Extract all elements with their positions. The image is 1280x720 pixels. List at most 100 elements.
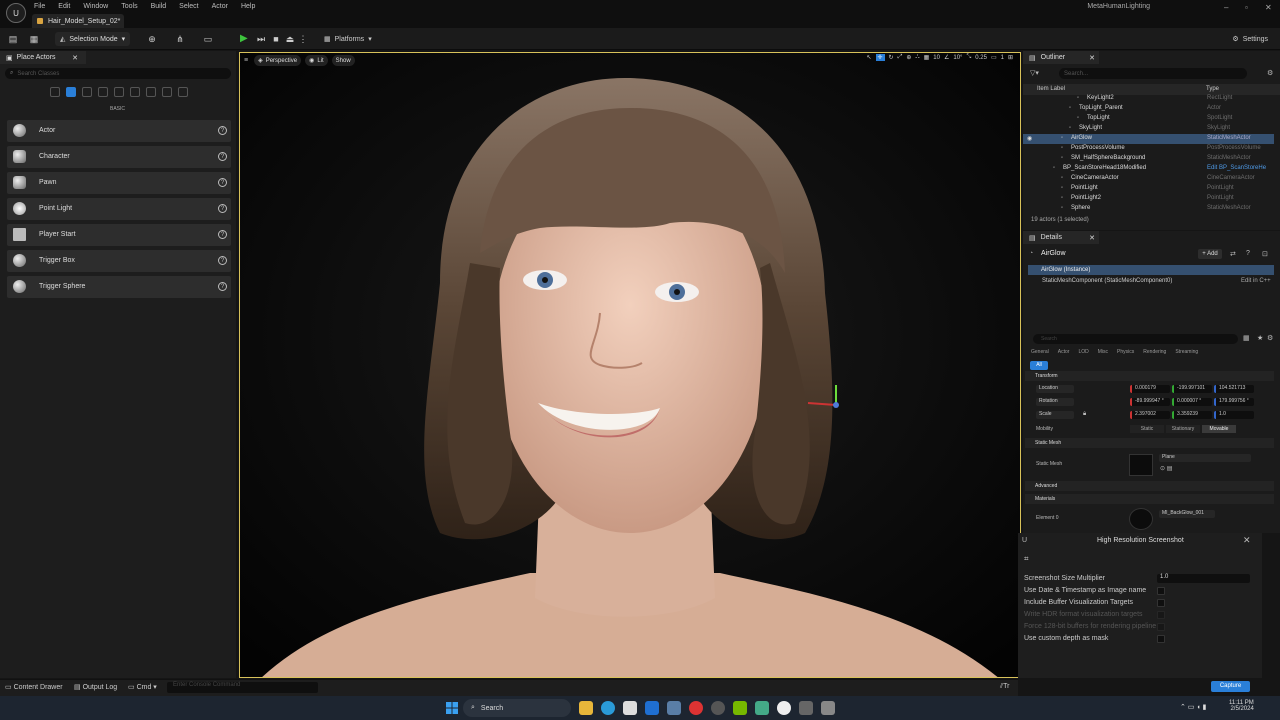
rotation-x-field[interactable]: -89.999947 °: [1130, 398, 1170, 406]
visibility-eye-icon[interactable]: ◉: [1027, 135, 1032, 142]
filter-streaming[interactable]: Streaming: [1175, 349, 1198, 355]
size-multiplier-input[interactable]: 1.0: [1157, 574, 1250, 583]
actor-item[interactable]: Trigger Sphere ?: [7, 276, 231, 298]
windows-start-icon[interactable]: [446, 702, 458, 714]
clock[interactable]: 11:11 PM 2/5/2024: [1229, 700, 1254, 712]
actor-item[interactable]: Trigger Box ?: [7, 250, 231, 272]
add-content-icon[interactable]: ⊕: [146, 33, 158, 45]
help-icon[interactable]: ?: [218, 256, 227, 265]
outliner-row[interactable]: ◦ TopLight SpotLight: [1023, 114, 1274, 124]
visual-effects-icon[interactable]: [114, 87, 124, 97]
scale-dropdown[interactable]: Scale: [1036, 411, 1074, 419]
outliner-row[interactable]: ◦ Sphere StaticMeshActor: [1023, 204, 1274, 214]
menu-build[interactable]: Build: [151, 3, 167, 10]
unreal-logo-icon[interactable]: U: [6, 3, 26, 23]
actor-item[interactable]: Actor ?: [7, 120, 231, 142]
taskbar-search[interactable]: ⌕ Search: [463, 699, 571, 717]
close-icon[interactable]: ✕: [1089, 54, 1095, 62]
camera-speed-icon[interactable]: ▭: [991, 54, 997, 61]
level-viewport[interactable]: [239, 52, 1021, 678]
menu-file[interactable]: File: [34, 3, 45, 10]
rotate-icon[interactable]: ↻: [889, 54, 894, 61]
rotation-dropdown[interactable]: Rotation: [1036, 398, 1074, 406]
outliner-row[interactable]: ◦ PointLight2 PointLight: [1023, 194, 1274, 204]
scale-icon[interactable]: ⤢: [898, 54, 903, 61]
type-header[interactable]: Type: [1206, 86, 1219, 92]
search-classes-input[interactable]: ⌕ Search Classes: [5, 68, 231, 79]
shapes-icon[interactable]: [178, 87, 188, 97]
unreal-engine-icon[interactable]: [777, 701, 791, 715]
save-icon[interactable]: ▤: [7, 33, 19, 45]
instance-row[interactable]: AirGlow (Instance): [1028, 265, 1274, 275]
crop-icon[interactable]: ⌗: [1024, 554, 1029, 564]
filter-rendering[interactable]: Rendering: [1143, 349, 1166, 355]
material-thumbnail[interactable]: [1129, 508, 1153, 530]
close-icon[interactable]: ✕: [1243, 535, 1251, 546]
material-dropdown[interactable]: MI_BackGlow_001: [1159, 510, 1215, 518]
outliner-row[interactable]: ◉ ◦ AirGlow StaticMeshActor: [1023, 134, 1274, 144]
scale-snap-icon[interactable]: ⤡: [966, 54, 971, 61]
outliner-row[interactable]: ◦ PostProcessVolume PostProcessVolume: [1023, 144, 1274, 154]
edge-icon[interactable]: [601, 701, 615, 715]
help-icon[interactable]: ?: [218, 230, 227, 239]
star-icon[interactable]: ★: [1257, 334, 1263, 342]
menu-tools[interactable]: Tools: [121, 3, 137, 10]
app-icon[interactable]: [821, 701, 835, 715]
rotation-y-field[interactable]: 0.000007 °: [1172, 398, 1212, 406]
edit-cpp-link[interactable]: Edit in C++: [1241, 278, 1271, 284]
scale-x-field[interactable]: 2.397002: [1130, 411, 1170, 419]
more-options-icon[interactable]: ⋮: [297, 33, 309, 45]
details-search-input[interactable]: Search: [1033, 334, 1238, 344]
outliner-row[interactable]: ◦ SM_HalfSphereBackground StaticMeshActor: [1023, 154, 1274, 164]
custom-depth-checkbox[interactable]: [1157, 635, 1165, 643]
filter-all[interactable]: All: [1030, 361, 1048, 370]
play-button[interactable]: ▶: [240, 33, 248, 44]
maximize-icon[interactable]: ▫: [1245, 3, 1248, 12]
help-icon[interactable]: ?: [218, 282, 227, 291]
content-browser-icon[interactable]: ▦: [28, 33, 40, 45]
capture-button[interactable]: Capture: [1211, 681, 1250, 692]
world-icon[interactable]: ⊕: [906, 54, 911, 61]
outliner-row[interactable]: ◦ BP_ScanStoreHead18Modified Edit BP_ScanS…: [1023, 164, 1274, 174]
perspective-button[interactable]: ◈ Perspective: [254, 55, 302, 66]
menu-help[interactable]: Help: [241, 3, 255, 10]
static-mesh-dropdown[interactable]: Plane: [1159, 454, 1251, 462]
chrome-icon[interactable]: [689, 701, 703, 715]
actor-item[interactable]: Character ?: [7, 146, 231, 168]
outliner-tab[interactable]: ▤ Outliner ✕: [1023, 51, 1099, 64]
filter-icon[interactable]: ▽▾: [1030, 69, 1039, 77]
selection-mode-dropdown[interactable]: ◭ Selection Mode ▾: [55, 32, 131, 46]
platforms-dropdown[interactable]: ▦ Platforms ▾: [320, 32, 376, 46]
item-label-header[interactable]: Item Label: [1037, 86, 1065, 92]
timestamp-checkbox[interactable]: [1157, 587, 1165, 595]
rotation-snap-icon[interactable]: ∠: [944, 54, 949, 61]
scale-y-field[interactable]: 3.359239: [1172, 411, 1212, 419]
rotation-z-field[interactable]: 179.999756 °: [1214, 398, 1254, 406]
outliner-row[interactable]: ◦ PointLight PointLight: [1023, 184, 1274, 194]
rotation-snap-value[interactable]: 10°: [953, 55, 962, 61]
nvidia-icon[interactable]: [733, 701, 747, 715]
menu-window[interactable]: Window: [83, 3, 108, 10]
settings-icon[interactable]: ⚙: [1267, 334, 1273, 342]
filter-general[interactable]: General: [1031, 349, 1049, 355]
content-drawer-button[interactable]: ▭ Content Drawer: [5, 683, 63, 691]
close-icon[interactable]: ✕: [72, 54, 78, 62]
stop-icon[interactable]: ■: [270, 33, 282, 45]
location-dropdown[interactable]: Location: [1036, 385, 1074, 393]
hamburger-icon[interactable]: ≡: [244, 57, 248, 64]
obs-icon[interactable]: [711, 701, 725, 715]
output-log-button[interactable]: ▤ Output Log: [74, 683, 117, 691]
help-icon[interactable]: ?: [218, 178, 227, 187]
materials-section[interactable]: Materials: [1025, 494, 1274, 504]
cinematic-icon[interactable]: [98, 87, 108, 97]
trace-button[interactable]: ⫽Tr: [1000, 683, 1009, 691]
location-x-field[interactable]: 0.000179: [1130, 385, 1170, 393]
help-icon[interactable]: ?: [1246, 250, 1250, 257]
location-y-field[interactable]: -199.997101: [1172, 385, 1212, 393]
actor-item[interactable]: Pawn ?: [7, 172, 231, 194]
scale-snap-value[interactable]: 0.25: [975, 55, 987, 61]
actor-item[interactable]: Point Light ?: [7, 198, 231, 220]
eject-icon[interactable]: ⏏: [284, 33, 296, 45]
close-icon[interactable]: ✕: [1089, 234, 1095, 242]
filter-physics[interactable]: Physics: [1117, 349, 1134, 355]
